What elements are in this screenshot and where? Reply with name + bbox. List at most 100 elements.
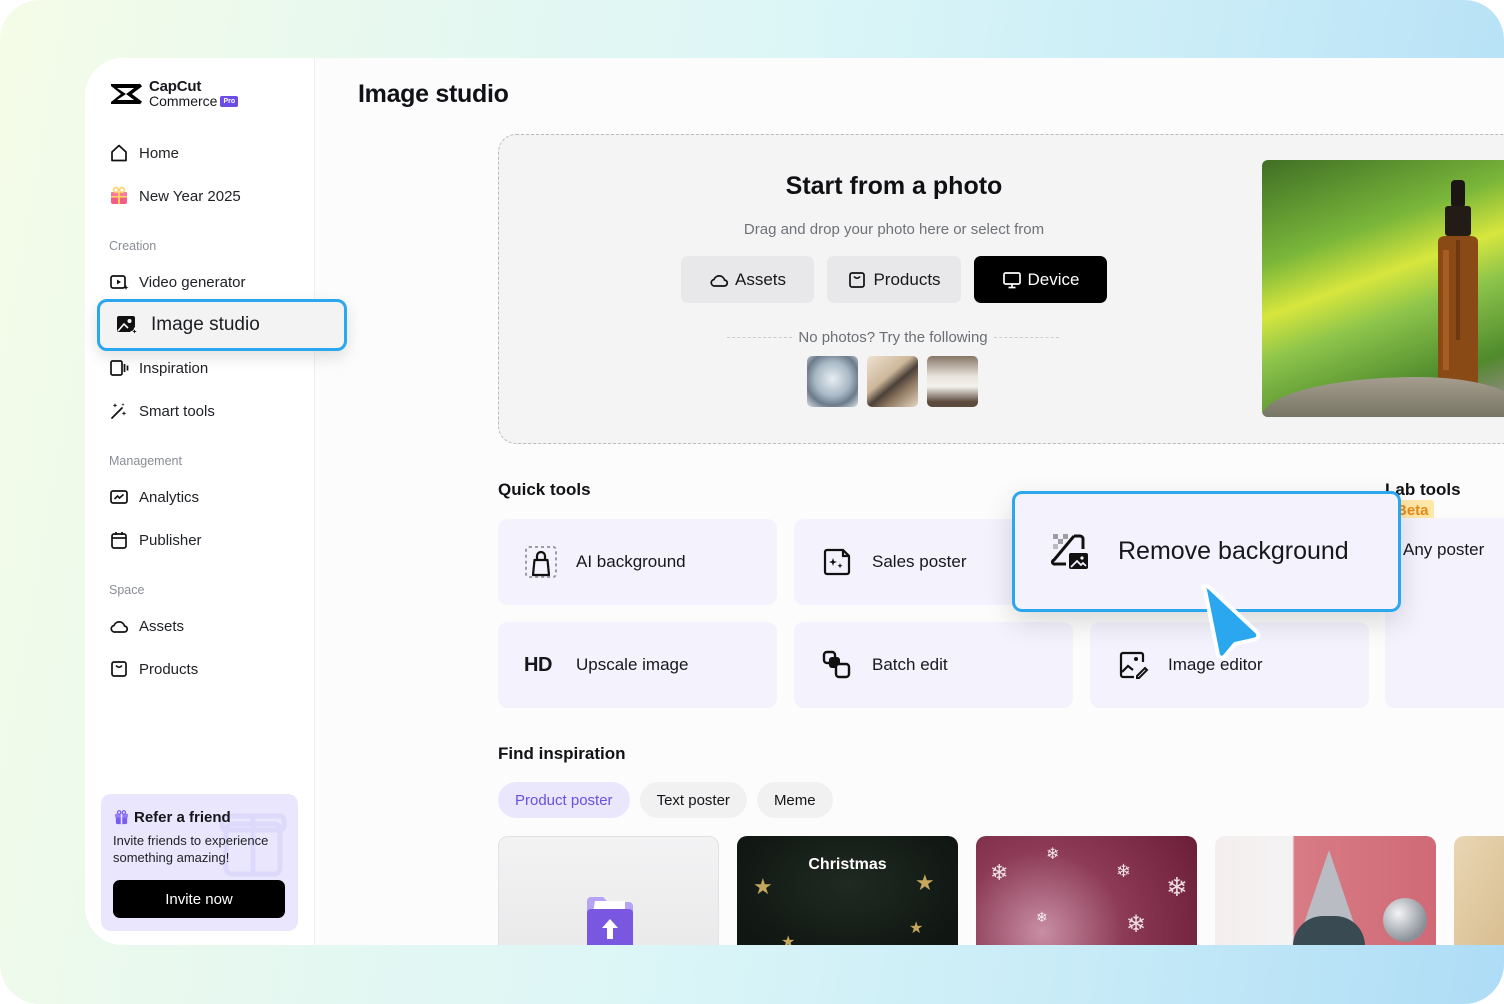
- refer-title: Refer a friend: [134, 809, 231, 826]
- sidebar-item-label: Smart tools: [139, 402, 215, 420]
- sidebar-item-label: Inspiration: [139, 359, 209, 377]
- sidebar-item-label: Publisher: [139, 531, 202, 549]
- assets-source-button[interactable]: Assets: [681, 256, 814, 303]
- refer-description: Invite friends to experience something a…: [113, 833, 269, 865]
- sidebar-item-image-studio[interactable]: Image studio: [97, 299, 347, 351]
- tool-label: Sales poster: [872, 552, 967, 571]
- hero-product-image: [1262, 160, 1504, 417]
- find-inspiration-heading: Find inspiration: [498, 744, 626, 763]
- star-decoration: ★: [909, 920, 924, 937]
- sidebar-item-smart-tools[interactable]: Smart tools: [109, 399, 215, 423]
- upload-title: Start from a photo: [785, 172, 1003, 200]
- sidebar-item-label: Analytics: [139, 488, 200, 506]
- snowflake-decoration: ❄: [1046, 846, 1060, 863]
- products-source-button[interactable]: Products: [827, 256, 961, 303]
- inspiration-card-christmas[interactable]: Christmas ★ ★ ★ ★: [737, 836, 958, 945]
- chart-icon: [110, 490, 128, 504]
- button-label: Products: [873, 269, 941, 289]
- sidebar-item-video-generator[interactable]: Video generator: [109, 270, 245, 294]
- magic-wand-icon: [111, 403, 127, 419]
- refer-a-friend-card: Refer a friend Invite friends to experie…: [101, 794, 298, 931]
- bag-icon: [849, 271, 866, 288]
- sample-divider: No photos? Try the following: [727, 329, 1059, 346]
- home-icon: [111, 144, 127, 162]
- sidebar-item-home[interactable]: Home: [109, 141, 179, 165]
- page-title: Image studio: [358, 80, 509, 108]
- upload-subtitle: Drag and drop your photo here or select …: [743, 221, 1045, 238]
- quick-tools-heading: Quick tools: [498, 480, 591, 499]
- invite-now-button[interactable]: Invite now: [113, 880, 285, 918]
- rock-illustration: [1262, 377, 1504, 417]
- hd-icon: HD: [524, 653, 552, 676]
- lab-tool-any-poster[interactable]: Any poster: [1385, 518, 1504, 708]
- sidebar-item-label: Video generator: [139, 273, 246, 291]
- sidebar-item-label: Products: [139, 660, 199, 678]
- sales-poster-icon: [823, 548, 851, 576]
- pro-badge: Pro: [220, 95, 239, 107]
- sidebar: CapCut Commerce Pro Home New Year 2025 C…: [85, 58, 347, 945]
- image-sparkle-icon: [117, 316, 139, 337]
- section-label-management: Management: [109, 454, 182, 468]
- sample-photo-eyeshadow-palette[interactable]: [867, 356, 918, 407]
- snowflake-decoration: ❄: [1126, 911, 1147, 938]
- snowflake-decoration: ❄: [1036, 909, 1048, 925]
- button-label: Device: [1027, 269, 1080, 289]
- sidebar-item-assets[interactable]: Assets: [109, 614, 184, 638]
- brand-name: CapCut: [149, 78, 202, 95]
- star-decoration: ★: [753, 874, 773, 899]
- video-sparkle-icon: [110, 275, 129, 290]
- lab-tool-label: Any poster: [1403, 540, 1485, 559]
- section-label-creation: Creation: [109, 239, 157, 253]
- inspiration-card-sand[interactable]: [1454, 836, 1504, 945]
- star-decoration: ★: [781, 934, 796, 945]
- lab-tools-heading: Lab toolsBeta: [1385, 480, 1504, 521]
- tab-text-poster[interactable]: Text poster: [639, 782, 747, 818]
- star-decoration: ★: [915, 870, 935, 895]
- tool-label: AI background: [576, 552, 686, 571]
- sample-photos: [807, 356, 978, 407]
- tab-product-poster[interactable]: Product poster: [498, 782, 630, 818]
- ai-background-icon: [525, 546, 557, 578]
- image-editor-icon: [1119, 651, 1149, 679]
- sample-photo-armchair[interactable]: [927, 356, 978, 407]
- remove-background-icon: [1051, 533, 1088, 569]
- calendar-icon: [111, 532, 127, 549]
- section-label-space: Space: [109, 583, 145, 597]
- sidebar-item-publisher[interactable]: Publisher: [109, 528, 202, 552]
- tool-upscale-image[interactable]: HD Upscale image: [498, 622, 777, 708]
- sample-photo-earbuds[interactable]: [807, 356, 858, 407]
- sidebar-item-label: New Year 2025: [139, 187, 241, 205]
- snowflake-decoration: ❄: [1116, 861, 1132, 881]
- mouse-pointer-icon: [1201, 584, 1261, 660]
- sidebar-item-inspiration[interactable]: Inspiration: [109, 356, 208, 380]
- sidebar-item-label: Image studio: [151, 314, 260, 335]
- folder-upload-icon: [587, 897, 633, 945]
- inspiration-upload-card[interactable]: [498, 836, 719, 945]
- tool-batch-edit[interactable]: Batch edit: [794, 622, 1073, 708]
- sidebar-item-new-year-2025[interactable]: New Year 2025: [109, 184, 241, 208]
- tab-meme[interactable]: Meme: [756, 782, 833, 818]
- tool-ai-background[interactable]: AI background: [498, 519, 777, 605]
- tool-label: Remove background: [1118, 537, 1349, 565]
- inspiration-icon: [110, 360, 129, 376]
- tool-label: Batch edit: [872, 655, 948, 674]
- batch-edit-icon: [822, 650, 851, 679]
- snowflake-decoration: ❄: [990, 860, 1009, 885]
- capcut-commerce-logo[interactable]: CapCut Commerce Pro: [109, 78, 239, 109]
- cloud-icon: [710, 274, 729, 287]
- sidebar-item-label: Home: [139, 144, 180, 162]
- ornament-decoration: [1383, 898, 1427, 942]
- inspiration-card-snowflakes[interactable]: ❄ ❄ ❄ ❄ ❄ ❄: [976, 836, 1197, 945]
- inspiration-card-gifts[interactable]: [1215, 836, 1436, 945]
- sidebar-item-products[interactable]: Products: [109, 657, 198, 681]
- device-source-button[interactable]: Device: [974, 256, 1107, 303]
- inspiration-tabs: Product poster Text poster Meme: [498, 782, 833, 818]
- sidebar-item-analytics[interactable]: Analytics: [109, 485, 199, 509]
- cloud-icon: [110, 621, 129, 633]
- brand-subname: Commerce: [149, 93, 218, 109]
- capcut-logo-icon: [111, 83, 143, 105]
- try-samples-label: No photos? Try the following: [798, 329, 988, 346]
- gift-icon: [114, 810, 129, 825]
- dropper-bottle-illustration: [1438, 180, 1478, 386]
- button-label: Assets: [734, 269, 787, 289]
